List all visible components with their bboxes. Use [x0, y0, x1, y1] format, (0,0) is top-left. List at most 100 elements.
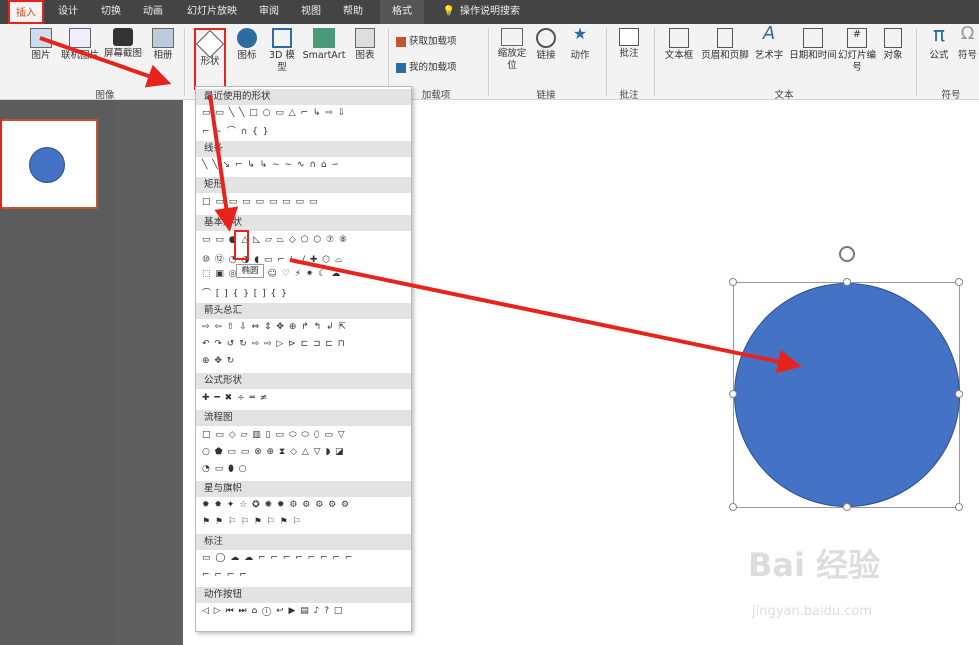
- shape-row[interactable]: ◔ ▭ ⬮ ○: [202, 464, 247, 474]
- shape-row[interactable]: ▭ ▭ ● △ ◺ ▱ ⏢ ◇ ⬠ ⬡ ⑦ ⑧: [202, 235, 348, 245]
- get-addins-button[interactable]: 获取加载项: [396, 36, 476, 48]
- resize-handle[interactable]: [729, 278, 737, 286]
- label: 图表: [355, 50, 375, 61]
- group-label-symbols: 符号: [941, 90, 961, 101]
- label: 对象: [883, 50, 903, 61]
- section-stars-banners: 星与旗帜: [196, 481, 411, 497]
- smartart-button[interactable]: SmartArt: [300, 28, 348, 62]
- tab-format[interactable]: 格式: [380, 0, 424, 24]
- icons-button[interactable]: 图标: [232, 28, 262, 62]
- shape-row[interactable]: ⊕ ✥ ↻: [202, 356, 235, 366]
- resize-handle[interactable]: [955, 278, 963, 286]
- symbol-button[interactable]: Ω 符号: [956, 23, 979, 62]
- omega-icon: Ω: [960, 23, 975, 44]
- star-icon: ★: [572, 24, 588, 43]
- globe-icon: [536, 28, 556, 48]
- tab-slideshow[interactable]: 幻灯片放映: [180, 0, 244, 24]
- resize-handle[interactable]: [729, 390, 737, 398]
- section-callouts: 标注: [196, 534, 411, 550]
- ellipse-shape[interactable]: [734, 283, 960, 507]
- link-button[interactable]: 链接: [532, 28, 560, 62]
- album-button[interactable]: 相册: [148, 28, 178, 62]
- equation-button[interactable]: π 公式: [924, 22, 954, 62]
- group-label-images: 图像: [95, 90, 115, 101]
- watermark-logo: Bai 经验: [748, 546, 881, 584]
- header-footer-button[interactable]: 页眉和页脚: [698, 28, 752, 62]
- shape-row[interactable]: ◁ ▷ ⏮ ⏭ ⌂ ⓘ ↩ ▶ ▤ ♪ ? □: [202, 606, 343, 616]
- rotate-handle-icon[interactable]: [839, 246, 855, 262]
- tab-insert[interactable]: 插入: [8, 0, 44, 24]
- wordart-button[interactable]: A 艺术字: [752, 23, 786, 62]
- label: 3D 模型: [269, 50, 295, 73]
- textbox-button[interactable]: 文本框: [660, 28, 698, 62]
- shape-row[interactable]: ▭ ▭ ╲ ╲ □ ○ ▭ △ ⌐ ↳ ⇨ ⇩: [202, 108, 346, 118]
- zoom-icon: [501, 28, 523, 46]
- label: 日期和时间: [789, 50, 837, 61]
- section-rectangles: 矩形: [196, 177, 411, 193]
- section-action-buttons: 动作按钮: [196, 587, 411, 603]
- wordart-icon: A: [762, 23, 776, 44]
- chart-button[interactable]: 图表: [350, 28, 380, 62]
- date-time-button[interactable]: 日期和时间: [788, 28, 838, 62]
- object-button[interactable]: 对象: [878, 28, 908, 62]
- shape-row[interactable]: ⬚ ▣ ◎ ◠ ▢ ☺ ♡ ⚡ ✷ ☾ ☁: [202, 269, 341, 279]
- shape-row[interactable]: ⌐ ~ ⌒ ∩ { }: [202, 124, 269, 137]
- tab-design[interactable]: 设计: [52, 0, 84, 24]
- resize-handle[interactable]: [955, 390, 963, 398]
- zoom-button[interactable]: 缩放定位: [494, 28, 530, 72]
- object-icon: [884, 28, 902, 48]
- section-equation: 公式形状: [196, 373, 411, 389]
- resize-handle[interactable]: [729, 503, 737, 511]
- shape-row[interactable]: ↶ ↷ ↺ ↻ ⇨ ⇨ ▷ ⊳ ⊏ ⊐ ⊏ ⊓: [202, 339, 346, 349]
- shape-row[interactable]: ⑩ ⑫ ◔ ◑ ◖ ▭ ⌐ ∟ ∕ ✚ ⬡ ⌓: [202, 252, 343, 265]
- label: 缩放定位: [497, 48, 527, 71]
- thumbnail-circle: [29, 147, 65, 183]
- action-button[interactable]: ★ 动作: [564, 24, 596, 62]
- slide-thumbnail[interactable]: [0, 119, 98, 209]
- label: 图片: [31, 50, 51, 61]
- resize-handle[interactable]: [843, 503, 851, 511]
- shape-row[interactable]: □ ▭ ◇ ▱ ▥ ▯ ▭ ⬭ ⬭ ⬯ ▭ ▽: [202, 430, 346, 440]
- shape-row[interactable]: ⌐ ⌐ ⌐ ⌐: [202, 570, 248, 580]
- comment-button[interactable]: 批注: [614, 28, 644, 60]
- tab-transitions[interactable]: 切换: [94, 0, 128, 24]
- picture-icon: [30, 28, 52, 48]
- textbox-icon: [669, 28, 689, 48]
- shape-row[interactable]: ⇨ ⇦ ⇧ ⇩ ⇔ ⇕ ✥ ⊕ ↱ ↰ ↲ ⇱: [202, 322, 347, 332]
- group-label-links: 链接: [536, 90, 556, 101]
- label: 链接: [536, 50, 556, 61]
- slide-number-button[interactable]: # 幻灯片编号: [838, 28, 876, 74]
- shape-row[interactable]: ✚ ━ ✖ ÷ ═ ≠: [202, 393, 268, 403]
- icons-icon: [237, 28, 257, 48]
- shape-row[interactable]: ╲ ╲ ↘ ⌐ ↳ ↳ ∼ ∼ ∿ ∩ ⌂ ∽: [202, 160, 340, 170]
- screenshot-button[interactable]: 屏幕截图: [103, 28, 143, 60]
- shape-row[interactable]: ○ ⬟ ▭ ▭ ⊗ ⊕ ⧗ ◇ △ ▽ ◗ ◪: [202, 447, 345, 457]
- ribbon: 图片 联机图片 屏幕截图 相册 形状 图标 3D 模型 SmartArt 图表 …: [0, 22, 979, 101]
- my-addins-button[interactable]: 我的加载项: [396, 62, 476, 74]
- divider: [488, 28, 489, 96]
- slide-number-icon: #: [847, 28, 867, 48]
- shapes-icon: [195, 29, 225, 59]
- store-icon: [396, 36, 406, 47]
- shape-row[interactable]: ⚑ ⚑ ⚐ ⚐ ⚑ ⚐ ⚑ ⚐: [202, 517, 302, 527]
- label: 联机图片: [60, 50, 99, 61]
- shapes-button[interactable]: 形状: [194, 28, 226, 90]
- tab-review[interactable]: 审阅: [252, 0, 286, 24]
- tell-me-search[interactable]: 操作说明搜索: [460, 0, 530, 24]
- resize-handle[interactable]: [843, 278, 851, 286]
- tab-view[interactable]: 视图: [294, 0, 328, 24]
- resize-handle[interactable]: [955, 503, 963, 511]
- label: 我的加载项: [409, 62, 457, 73]
- shape-row[interactable]: ⌒ [ ] { } [ ] { }: [202, 286, 288, 299]
- 3d-model-button[interactable]: 3D 模型: [266, 28, 298, 74]
- picture-button[interactable]: 图片: [26, 28, 56, 62]
- online-picture-button[interactable]: 联机图片: [58, 28, 102, 62]
- comment-icon: [619, 28, 639, 46]
- tab-help[interactable]: 帮助: [336, 0, 370, 24]
- label: 符号: [957, 50, 977, 61]
- tab-animations[interactable]: 动画: [136, 0, 170, 24]
- shape-row[interactable]: □ ▭ ▭ ▭ ▭ ▭ ▭ ▭ ▭: [202, 197, 318, 207]
- shape-row[interactable]: ▭ ◯ ☁ ☁ ⌐ ⌐ ⌐ ⌐ ⌐ ⌐ ⌐ ⌐: [202, 553, 353, 563]
- pi-icon: π: [932, 22, 946, 46]
- shape-row[interactable]: ✹ ✸ ✦ ☆ ✪ ✺ ✹ ⚙ ⚙ ⚙ ⚙ ⚙: [202, 500, 350, 510]
